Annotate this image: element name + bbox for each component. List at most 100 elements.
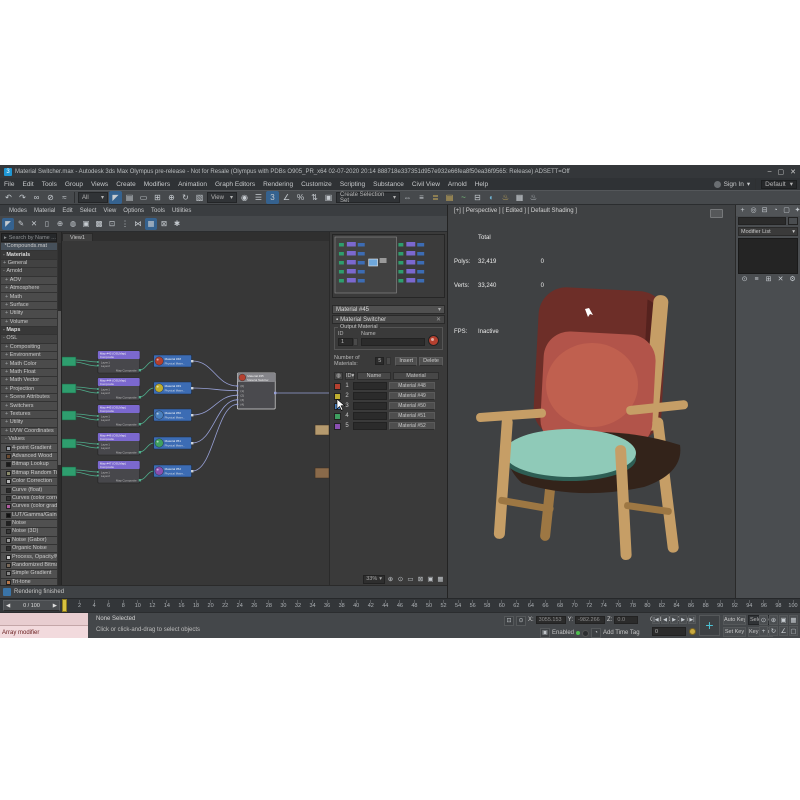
modify-tab-icon[interactable]: ◎ <box>749 206 758 215</box>
zoom-icon[interactable]: ⊙ <box>759 615 768 625</box>
spinner-snap-icon[interactable]: ⇅ <box>308 191 321 204</box>
menu-item[interactable]: Create <box>112 181 140 188</box>
browser-item[interactable]: Simple Gradient <box>1 570 57 577</box>
browser-item[interactable]: Organic Noise <box>1 545 57 552</box>
id-column-header[interactable]: ID▾ <box>345 372 355 380</box>
field-of-view-icon[interactable]: ∠ <box>779 626 788 636</box>
redo-icon[interactable]: ↷ <box>16 191 29 204</box>
slate-menu-item[interactable]: Material <box>31 208 59 214</box>
set-keys-button[interactable]: + <box>699 615 720 636</box>
z-coordinate-field[interactable]: 0.0 <box>614 616 638 624</box>
select-tool-icon[interactable]: ◤ <box>2 218 14 230</box>
material-switcher-rollout[interactable]: ▪Material Switcher ✕ <box>332 315 445 324</box>
selection-filter-dropdown[interactable]: All▾ <box>78 192 108 203</box>
material-color-swatch[interactable] <box>334 403 341 410</box>
browser-item[interactable]: *Compounds.mat <box>1 243 57 250</box>
auto-key-button[interactable]: Auto Key <box>723 615 746 625</box>
zoom-region-icon[interactable]: ▭ <box>406 575 415 584</box>
zoom-extents-view-icon[interactable]: ⊠ <box>416 575 425 584</box>
rendered-frame-window-icon[interactable]: ▦ <box>513 191 526 204</box>
browser-item[interactable]: + Utility <box>1 310 57 317</box>
number-of-materials-spinner[interactable] <box>386 357 391 365</box>
align-icon[interactable]: ≡ <box>415 191 428 204</box>
browser-item[interactable]: Curves (color correction) <box>1 495 57 502</box>
slate-menu-item[interactable]: Edit <box>59 208 76 214</box>
browser-item[interactable]: Randomized Bitmaps <box>1 562 57 569</box>
rollout-close-icon[interactable]: ✕ <box>436 316 441 323</box>
show-map-in-viewport-icon[interactable]: ▩ <box>93 218 105 230</box>
modifier-stack[interactable] <box>738 238 798 274</box>
material-row[interactable]: 4 Material #51 <box>334 411 443 421</box>
browser-item[interactable]: Curves (color gradient) <box>1 503 57 510</box>
menu-item[interactable]: Customize <box>297 181 336 188</box>
browser-item[interactable]: Curve (float) <box>1 486 57 493</box>
material-color-swatch[interactable] <box>334 383 341 390</box>
workspace-dropdown[interactable]: Default▾ <box>761 180 797 189</box>
go-to-start-button[interactable]: |◀ <box>652 615 660 624</box>
maximize-button[interactable]: ▢ <box>778 168 785 176</box>
browser-item[interactable]: + General <box>1 260 57 267</box>
render-setup-icon[interactable]: ♨ <box>499 191 512 204</box>
listener-line[interactable]: Array modifier <box>0 626 88 638</box>
browser-item[interactable]: + Scene Attributes <box>1 394 57 401</box>
show-shaded-material-icon[interactable]: ◍ <box>67 218 79 230</box>
menu-item[interactable]: Civil View <box>408 181 444 188</box>
browser-item[interactable]: - Materials <box>1 251 57 258</box>
browser-item[interactable]: + Volume <box>1 319 57 326</box>
browser-item[interactable]: Noise (3D) <box>1 528 57 535</box>
material-color-swatch[interactable] <box>334 423 341 430</box>
material-column-header[interactable]: Material <box>393 372 439 380</box>
track-bar[interactable]: 2468101214161820222426283032343638404244… <box>0 598 800 612</box>
select-and-rotate-icon[interactable]: ↻ <box>179 191 192 204</box>
pan-to-selected-icon[interactable]: ▦ <box>436 575 445 584</box>
material-id-channel-icon[interactable]: ⊠ <box>158 218 170 230</box>
utilities-tab-icon[interactable]: ✦ <box>793 206 800 215</box>
output-material-preview[interactable] <box>428 335 439 346</box>
select-and-scale-icon[interactable]: ▧ <box>193 191 206 204</box>
browser-item[interactable]: + Switchers <box>1 402 57 409</box>
percent-snap-icon[interactable]: % <box>294 191 307 204</box>
browser-item[interactable]: Process, Opacity/Map <box>1 553 57 560</box>
adaptive-degradation-icon[interactable]: ▣ <box>540 628 550 638</box>
material-name-field[interactable] <box>353 422 387 430</box>
curve-editor-icon[interactable]: ~ <box>457 191 470 204</box>
sample-uv-tiling-icon[interactable]: ⊡ <box>106 218 118 230</box>
pick-material-from-object-icon[interactable]: ✎ <box>15 218 27 230</box>
rectangular-selection-region-icon[interactable]: ▭ <box>137 191 150 204</box>
zoom-percent-dropdown[interactable]: 33%▾ <box>363 575 385 584</box>
material-button[interactable]: Material #49 <box>389 392 435 400</box>
display-tab-icon[interactable]: ▢ <box>782 206 791 215</box>
browser-item[interactable]: + AOV <box>1 277 57 284</box>
perspective-viewport[interactable]: [+] [ Perspective ] [ Edited ] [ Default… <box>448 205 735 598</box>
zoom-selected-icon[interactable]: ▣ <box>426 575 435 584</box>
snaps-toggle-icon[interactable]: 3 <box>266 191 279 204</box>
slate-menu-item[interactable]: Modes <box>6 208 31 214</box>
show-end-result-icon[interactable]: ≡ <box>751 275 762 284</box>
caddy-toggle-icon[interactable] <box>582 630 589 637</box>
material-row[interactable]: 2 Material #49 <box>334 391 443 401</box>
view-tab[interactable]: View1 <box>62 233 93 241</box>
select-and-link-icon[interactable]: ∞ <box>30 191 43 204</box>
select-object-icon[interactable]: ◤ <box>109 191 122 204</box>
object-name-field[interactable] <box>738 217 786 225</box>
undo-icon[interactable]: ↶ <box>2 191 15 204</box>
angle-snap-icon[interactable]: ∠ <box>280 191 293 204</box>
bind-to-space-warp-icon[interactable]: ≈ <box>58 191 71 204</box>
material-name-field[interactable] <box>353 392 387 400</box>
zoom-extents-all-icon[interactable]: ▦ <box>789 615 798 625</box>
name-column-header[interactable]: Name <box>357 372 391 380</box>
set-key-button[interactable]: Set Key <box>723 627 746 637</box>
menu-item[interactable]: Group <box>61 181 87 188</box>
options-dots-icon[interactable]: ⋮ <box>119 218 131 230</box>
hierarchy-tab-icon[interactable]: ⊟ <box>760 206 769 215</box>
browser-item[interactable]: Advanced Wood <box>1 453 57 460</box>
delete-selected-icon[interactable]: ▯ <box>41 218 53 230</box>
browser-item[interactable]: + Math Color <box>1 360 57 367</box>
menu-item[interactable]: Graph Editors <box>211 181 259 188</box>
create-tab-icon[interactable]: + <box>738 206 747 215</box>
slate-menu-item[interactable]: Select <box>76 208 100 214</box>
maximize-viewport-icon[interactable]: ▢ <box>789 626 798 636</box>
browser-item[interactable]: - Arnold <box>1 268 57 275</box>
zoom-view-icon[interactable]: ⊙ <box>396 575 405 584</box>
render-production-icon[interactable]: ♨ <box>527 191 540 204</box>
